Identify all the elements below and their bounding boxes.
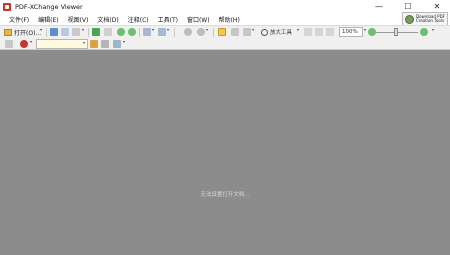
download-icon bbox=[405, 14, 414, 24]
search-input[interactable] bbox=[36, 39, 88, 49]
menu-bar: 文件(F) 编辑(E) 视图(V) 文档(D) 注释(C) 工具(T) 窗口(W… bbox=[0, 13, 400, 25]
secondary-toolbar bbox=[0, 38, 450, 50]
toolbar-separator bbox=[213, 28, 214, 37]
search-dropdown-icon[interactable] bbox=[30, 41, 32, 43]
snapshot-icon[interactable] bbox=[243, 28, 251, 36]
menu-document[interactable]: 文档(D) bbox=[97, 15, 118, 24]
zoom-dropdown-icon[interactable] bbox=[432, 29, 434, 31]
empty-workspace-message: 无法设置打开文档... bbox=[200, 192, 250, 198]
search-input-dropdown-icon[interactable] bbox=[83, 42, 85, 44]
app-logo-icon bbox=[3, 2, 11, 11]
window-title: PDF-XChange Viewer bbox=[15, 2, 83, 11]
document-workspace[interactable]: 无法设置打开文档... bbox=[0, 50, 450, 255]
search-binoculars-icon[interactable] bbox=[20, 40, 28, 48]
typewriter-dropdown-icon[interactable] bbox=[123, 41, 125, 43]
typewriter-icon[interactable] bbox=[113, 40, 121, 48]
zoom-out-icon[interactable] bbox=[368, 28, 376, 36]
menu-view[interactable]: 视图(V) bbox=[68, 15, 89, 24]
menu-comments[interactable]: 注释(C) bbox=[128, 15, 149, 24]
main-toolbar: 打开(O)... 放大工具 100% bbox=[0, 25, 450, 38]
hand-tool-icon[interactable] bbox=[218, 28, 226, 36]
select-dropdown-icon[interactable] bbox=[252, 29, 254, 31]
rotate-right-icon[interactable] bbox=[197, 28, 205, 36]
rotate-dropdown-icon[interactable] bbox=[206, 29, 208, 31]
zoom-tool-label: 放大工具 bbox=[270, 30, 293, 36]
open-dropdown-icon[interactable] bbox=[40, 29, 42, 31]
back-icon[interactable] bbox=[117, 28, 125, 36]
zoom-level-field[interactable]: 100% bbox=[339, 27, 363, 37]
email-icon[interactable] bbox=[72, 28, 80, 36]
redo-dropdown-icon[interactable] bbox=[167, 29, 169, 31]
zoom-slider-thumb[interactable] bbox=[394, 28, 398, 36]
highlight-icon[interactable] bbox=[101, 40, 109, 48]
fit-width-icon[interactable] bbox=[326, 28, 334, 36]
toolbar-separator bbox=[174, 28, 175, 37]
bookmark-icon[interactable] bbox=[90, 40, 98, 48]
toolbar-separator bbox=[46, 28, 47, 37]
zoom-tool-button[interactable]: 放大工具 bbox=[261, 27, 292, 37]
zoom-tool-dropdown-icon[interactable] bbox=[297, 29, 299, 31]
fit-page-icon[interactable] bbox=[315, 28, 323, 36]
toolbar-separator bbox=[88, 28, 89, 37]
find-icon[interactable] bbox=[5, 40, 13, 48]
magnifier-icon bbox=[261, 28, 268, 36]
zoom-in-icon[interactable] bbox=[420, 28, 428, 36]
email-dropdown-icon[interactable] bbox=[82, 29, 84, 31]
undo-dropdown-icon[interactable] bbox=[152, 29, 154, 31]
actual-size-icon[interactable] bbox=[304, 28, 312, 36]
download-promo-line2: Creation Tools bbox=[416, 18, 445, 23]
redo-icon[interactable] bbox=[158, 28, 166, 36]
download-pdf-tools-button[interactable]: Download PDF Creation Tools bbox=[402, 12, 448, 26]
select-text-icon[interactable] bbox=[231, 28, 239, 36]
minimize-button[interactable]: — bbox=[368, 0, 390, 13]
rotate-left-icon[interactable] bbox=[184, 28, 192, 36]
menu-tools[interactable]: 工具(T) bbox=[158, 15, 178, 24]
folder-open-icon bbox=[4, 28, 12, 36]
menu-help[interactable]: 帮助(H) bbox=[219, 15, 240, 24]
menu-edit[interactable]: 编辑(E) bbox=[38, 15, 58, 24]
menu-window[interactable]: 窗口(W) bbox=[187, 15, 210, 24]
undo-icon[interactable] bbox=[143, 28, 151, 36]
title-bar: PDF-XChange Viewer — ☐ ✕ bbox=[0, 0, 450, 13]
menu-file[interactable]: 文件(F) bbox=[9, 15, 29, 24]
forward-icon[interactable] bbox=[128, 28, 136, 36]
print-icon[interactable] bbox=[61, 28, 69, 36]
scan-icon[interactable] bbox=[92, 28, 100, 36]
zoom-level-dropdown-icon[interactable] bbox=[364, 29, 366, 31]
toolbar-separator bbox=[139, 28, 140, 37]
download-promo-text: Download PDF Creation Tools bbox=[416, 14, 445, 24]
open-button-label: 打开(O)... bbox=[14, 29, 42, 37]
save-icon[interactable] bbox=[50, 28, 58, 36]
open-button[interactable]: 打开(O)... bbox=[4, 27, 41, 37]
properties-icon[interactable] bbox=[104, 28, 112, 36]
